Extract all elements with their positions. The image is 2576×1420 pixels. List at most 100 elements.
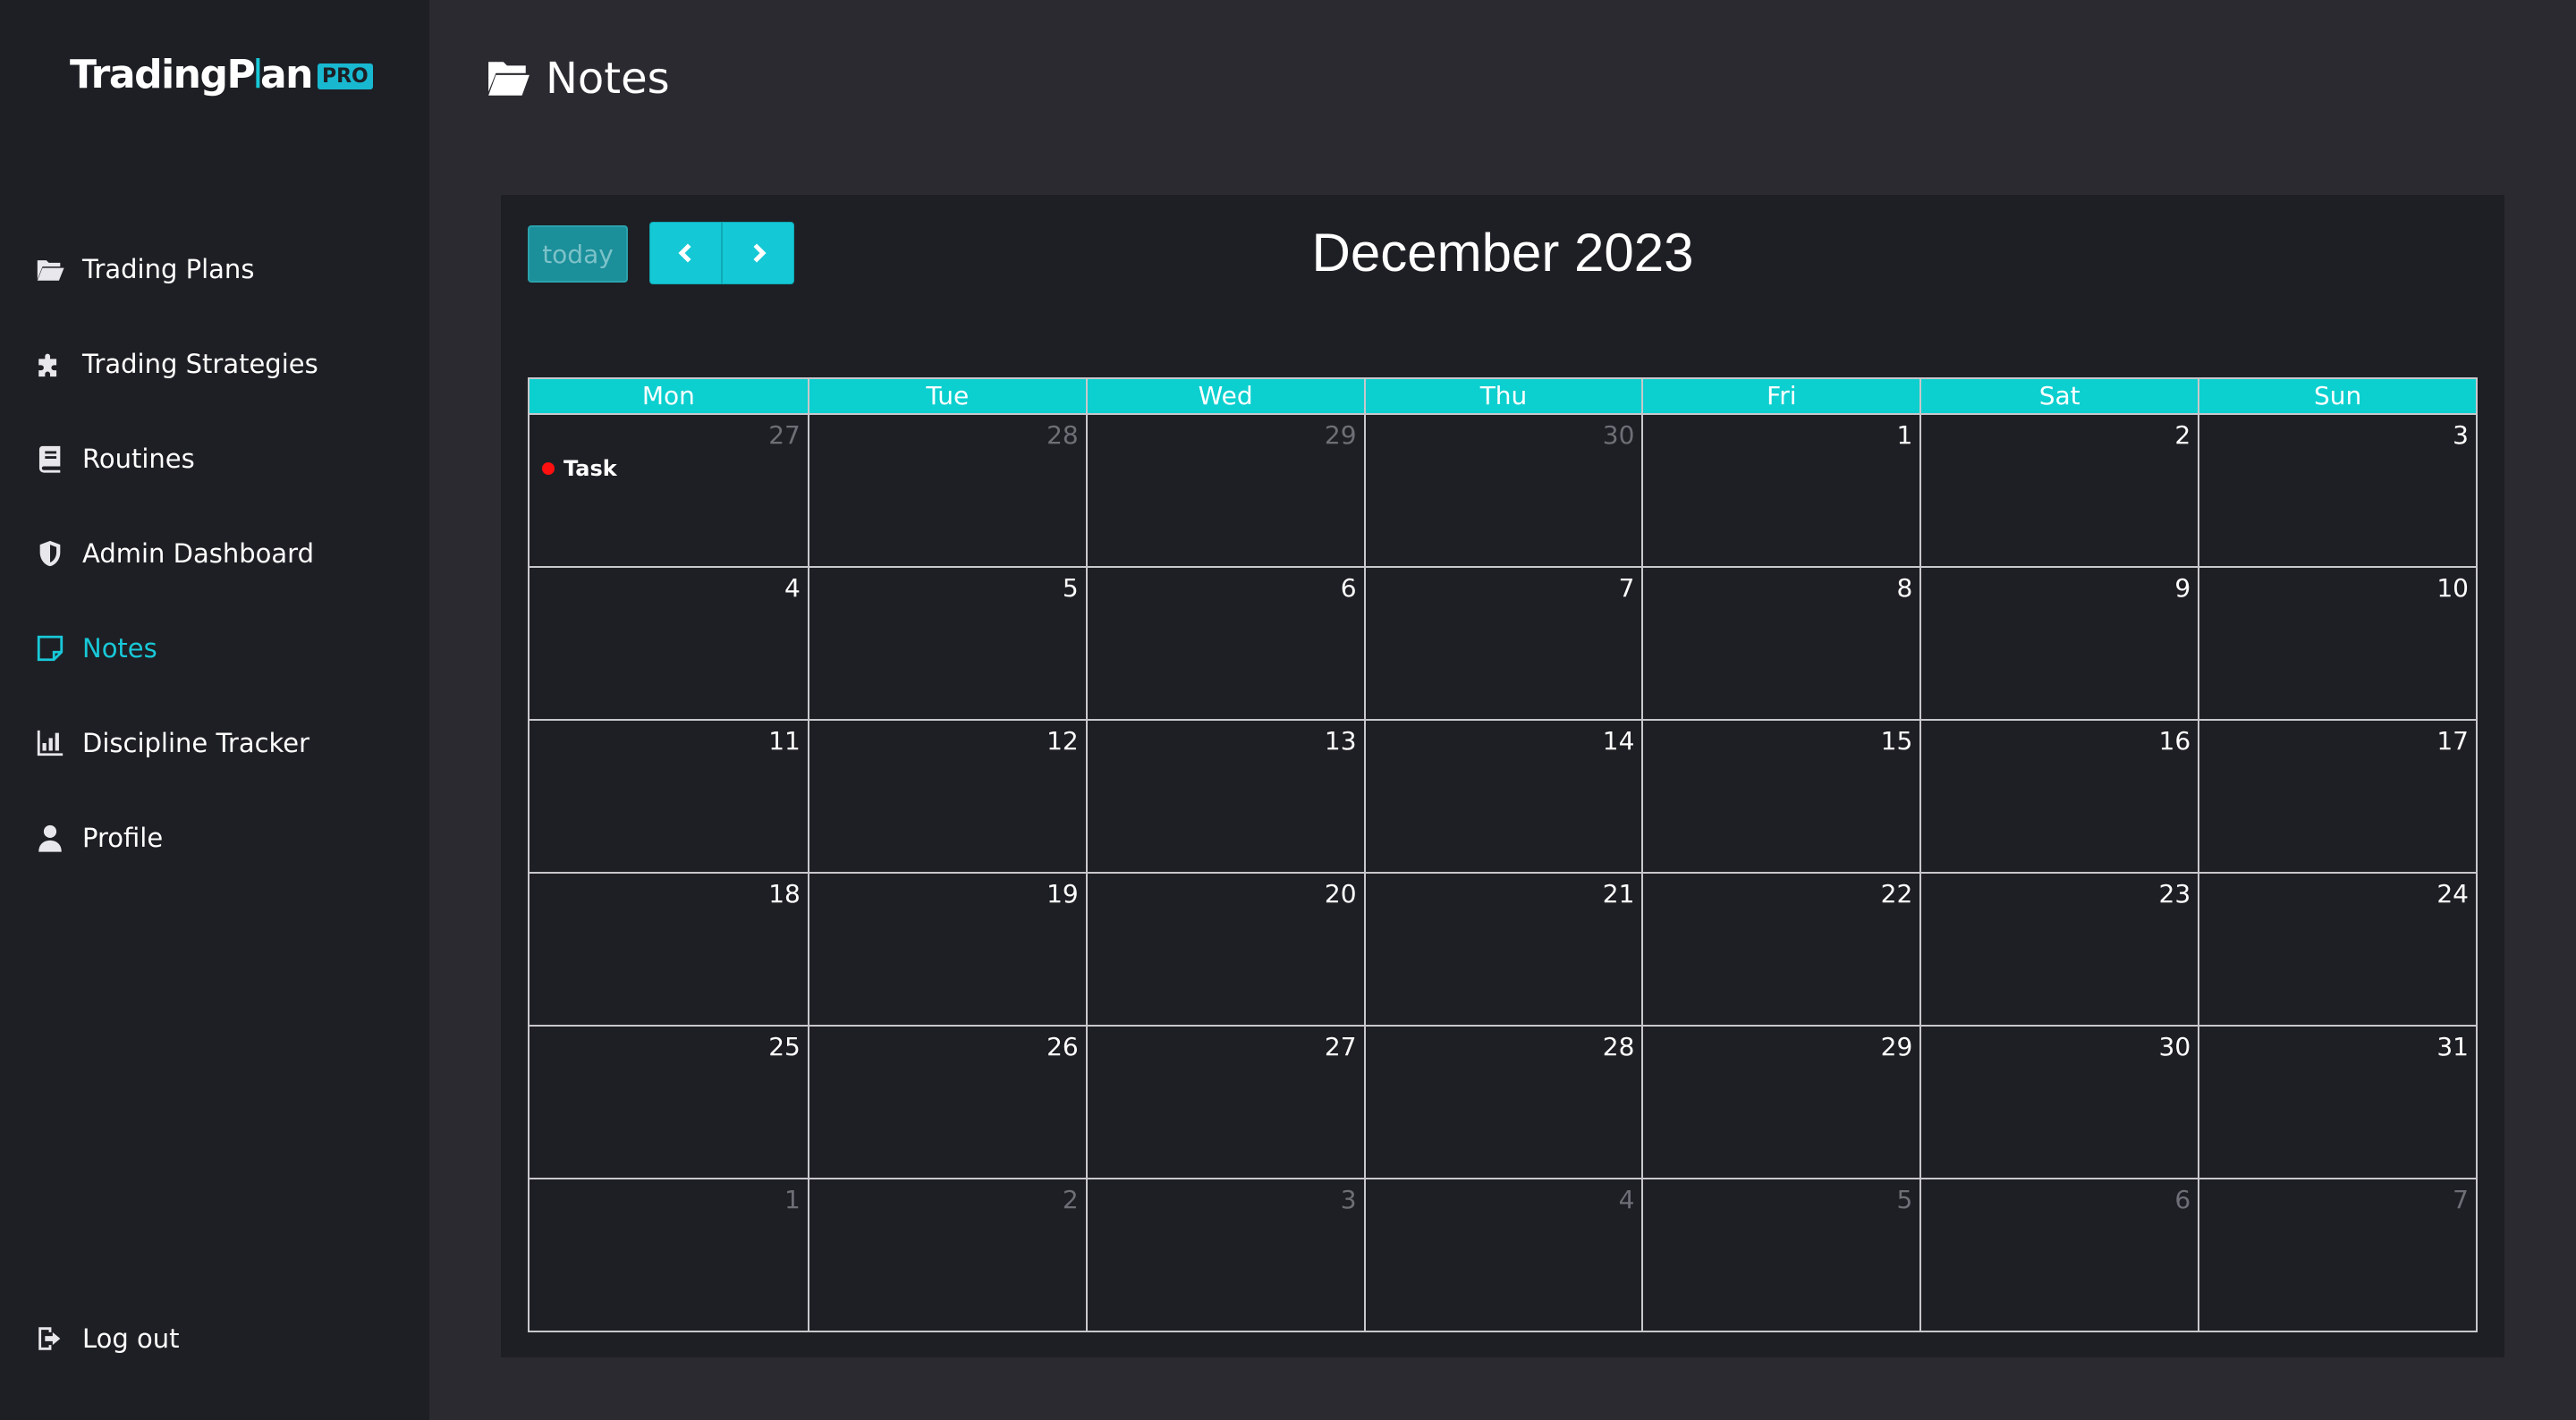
calendar-day[interactable]: 3 [1085, 1179, 1364, 1331]
event-title: Task [564, 456, 617, 481]
sidebar-item-profile[interactable]: Profile [34, 790, 318, 885]
logo-pro-badge: PRO [317, 63, 373, 89]
calendar-day[interactable]: 16 [1919, 721, 2198, 872]
calendar-day[interactable]: 23 [1919, 874, 2198, 1025]
calendar-day[interactable]: 17 [2198, 721, 2476, 872]
logout-button[interactable]: Log out [34, 1291, 180, 1386]
calendar-grid: Mon Tue Wed Thu Fri Sat Sun 27 Task 28 2… [528, 377, 2478, 1332]
day-number: 26 [1046, 1032, 1079, 1061]
sidebar-item-label: Admin Dashboard [82, 538, 314, 569]
calendar-day[interactable]: 6 [1085, 568, 1364, 719]
day-number: 29 [1880, 1032, 1913, 1061]
weekday-header: Wed [1085, 379, 1364, 413]
calendar-day[interactable]: 15 [1641, 721, 1919, 872]
calendar-day[interactable]: 29 [1641, 1027, 1919, 1178]
logo-text-c: an [259, 52, 314, 97]
calendar-day[interactable]: 7 [1363, 568, 1642, 719]
calendar-event[interactable]: Task [542, 456, 617, 481]
event-dot-icon [542, 462, 555, 475]
calendar-day[interactable]: 8 [1641, 568, 1919, 719]
shield-icon [34, 537, 66, 570]
day-number: 27 [768, 420, 801, 450]
day-number: 1 [784, 1185, 801, 1214]
day-number: 16 [2158, 726, 2191, 756]
calendar-day[interactable]: 9 [1919, 568, 2198, 719]
calendar-day[interactable]: 14 [1363, 721, 1642, 872]
weekday-header: Tue [807, 379, 1086, 413]
logout-icon [34, 1323, 66, 1355]
note-icon [34, 632, 66, 664]
day-number: 1 [1896, 420, 1913, 450]
calendar-day[interactable]: 3 [2198, 415, 2476, 566]
calendar-day[interactable]: 28 [1363, 1027, 1642, 1178]
calendar-day[interactable]: 4 [1363, 1179, 1642, 1331]
calendar-day[interactable]: 25 [530, 1027, 808, 1178]
sidebar-item-admin-dashboard[interactable]: Admin Dashboard [34, 506, 318, 601]
sidebar-item-label: Profile [82, 823, 164, 853]
calendar-day[interactable]: 20 [1085, 874, 1364, 1025]
calendar-day[interactable]: 21 [1363, 874, 1642, 1025]
day-number: 17 [2436, 726, 2469, 756]
calendar-week: 25 26 27 28 29 30 31 [530, 1025, 2476, 1178]
calendar-day[interactable]: 12 [807, 721, 1086, 872]
calendar-day[interactable]: 27 [1085, 1027, 1364, 1178]
day-number: 4 [784, 573, 801, 603]
sidebar-item-notes[interactable]: Notes [34, 601, 318, 696]
weekday-header: Thu [1363, 379, 1642, 413]
calendar-day[interactable]: 27 Task [530, 415, 808, 566]
sidebar-item-label: Trading Plans [82, 254, 255, 284]
logout-label: Log out [82, 1323, 180, 1354]
calendar-day[interactable]: 29 [1085, 415, 1364, 566]
day-number: 2 [2174, 420, 2191, 450]
logo[interactable]: TradingP l an PRO [70, 52, 373, 97]
day-number: 12 [1046, 726, 1079, 756]
calendar-day[interactable]: 19 [807, 874, 1086, 1025]
calendar-week: 18 19 20 21 22 23 24 [530, 872, 2476, 1025]
sidebar-item-label: Discipline Tracker [82, 728, 310, 758]
sidebar-item-routines[interactable]: Routines [34, 411, 318, 506]
day-number: 31 [2436, 1032, 2469, 1061]
day-number: 25 [768, 1032, 801, 1061]
sidebar-item-label: Routines [82, 444, 195, 474]
calendar-day[interactable]: 30 [1919, 1027, 2198, 1178]
day-number: 8 [1896, 573, 1913, 603]
calendar-title: December 2023 [1311, 223, 1694, 283]
sidebar-item-trading-strategies[interactable]: Trading Strategies [34, 317, 318, 411]
sidebar-item-discipline-tracker[interactable]: Discipline Tracker [34, 696, 318, 790]
day-number: 10 [2436, 573, 2469, 603]
calendar-day[interactable]: 7 [2198, 1179, 2476, 1331]
weekday-header: Mon [641, 381, 695, 410]
calendar-day[interactable]: 11 [530, 721, 808, 872]
weekday-header: Sat [1919, 379, 2198, 413]
user-icon [34, 822, 66, 854]
calendar-day[interactable]: 22 [1641, 874, 1919, 1025]
calendar-day[interactable]: 24 [2198, 874, 2476, 1025]
sidebar-item-label: Trading Strategies [82, 349, 318, 379]
sidebar-item-label: Notes [82, 633, 157, 664]
day-number: 27 [1324, 1032, 1357, 1061]
calendar-day[interactable]: 18 [530, 874, 808, 1025]
calendar-day[interactable]: 28 [807, 415, 1086, 566]
logo-text-a: TradingP [70, 52, 256, 97]
calendar-day[interactable]: 26 [807, 1027, 1086, 1178]
day-number: 5 [1062, 573, 1079, 603]
calendar-day[interactable]: 1 [530, 1179, 808, 1331]
day-number: 29 [1324, 420, 1357, 450]
calendar-week: 4 5 6 7 8 9 10 [530, 566, 2476, 719]
calendar-day[interactable]: 4 [530, 568, 808, 719]
calendar-day[interactable]: 2 [807, 1179, 1086, 1331]
sidebar-item-trading-plans[interactable]: Trading Plans [34, 222, 318, 317]
calendar-day[interactable]: 5 [1641, 1179, 1919, 1331]
calendar-day[interactable]: 5 [807, 568, 1086, 719]
calendar-day[interactable]: 10 [2198, 568, 2476, 719]
day-number: 13 [1324, 726, 1357, 756]
calendar-week: 1 2 3 4 5 6 7 [530, 1178, 2476, 1331]
calendar-day[interactable]: 30 [1363, 415, 1642, 566]
weekday-header: Sun [2198, 379, 2476, 413]
calendar-day[interactable]: 2 [1919, 415, 2198, 566]
day-number: 23 [2158, 879, 2191, 909]
calendar-day[interactable]: 6 [1919, 1179, 2198, 1331]
calendar-day[interactable]: 1 [1641, 415, 1919, 566]
calendar-day[interactable]: 13 [1085, 721, 1364, 872]
calendar-day[interactable]: 31 [2198, 1027, 2476, 1178]
